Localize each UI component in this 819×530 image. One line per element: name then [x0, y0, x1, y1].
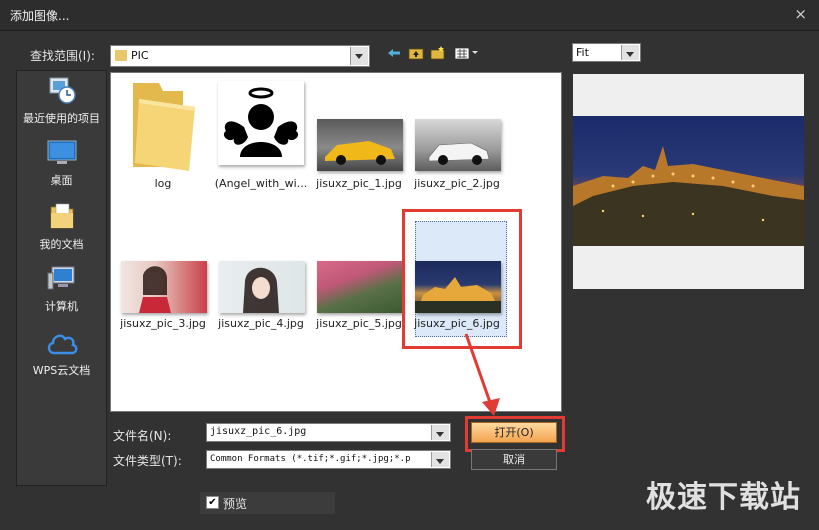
file-name: log	[154, 177, 172, 190]
place-recent[interactable]: 最近使用的项目	[17, 75, 106, 126]
filetype-dropdown[interactable]: Common Formats (*.tif;*.gif;*.jpg;*.p	[206, 450, 451, 469]
file-name: jisuxz_pic_2.jpg	[414, 177, 500, 190]
list-item[interactable]: log	[115, 79, 211, 197]
preview-checkbox-label: 预览	[223, 497, 248, 511]
back-arrow-icon[interactable]	[386, 46, 402, 60]
lookin-dropdown[interactable]: PIC	[110, 45, 370, 67]
window-title: 添加图像...	[10, 9, 70, 23]
file-name: jisuxz_pic_3.jpg	[120, 317, 206, 330]
chevron-down-icon[interactable]	[350, 47, 368, 65]
preview-checkbox-area	[200, 492, 335, 514]
filename-label: 文件名(N):	[113, 429, 172, 443]
lookin-value: PIC	[131, 49, 149, 62]
folder-icon	[133, 83, 195, 171]
filetype-value: Common Formats (*.tif;*.gif;*.jpg;*.p	[210, 454, 411, 464]
filetype-label: 文件类型(T):	[113, 454, 182, 468]
recent-icon	[49, 77, 76, 104]
filename-value: jisuxz_pic_6.jpg	[210, 426, 307, 437]
list-item[interactable]: jisuxz_pic_3.jpg	[115, 221, 211, 339]
folder-icon	[115, 50, 127, 61]
watermark-text: 极速下载站	[646, 480, 801, 515]
file-thumbnail	[121, 261, 207, 313]
file-thumbnail	[317, 261, 403, 313]
fit-value: Fit	[576, 46, 589, 59]
place-label: 计算机	[45, 300, 78, 313]
place-wps-cloud[interactable]: WPS云文档	[17, 329, 106, 378]
list-item[interactable]: jisuxz_pic_4.jpg	[213, 221, 309, 339]
preview-pane	[573, 74, 804, 289]
place-desktop[interactable]: 桌面	[17, 139, 106, 188]
chevron-down-icon[interactable]	[621, 45, 639, 60]
title-bar: 添加图像... ×	[0, 0, 819, 31]
file-name: (Angel_with_wi...	[214, 177, 308, 190]
selection-annotation-box	[402, 209, 522, 349]
places-bar: 最近使用的项目 桌面 我的文档 计算机 WPS云文档	[16, 70, 107, 486]
file-thumbnail	[219, 261, 305, 313]
chevron-down-icon[interactable]	[431, 452, 449, 467]
list-item[interactable]: jisuxz_pic_2.jpg	[409, 79, 505, 197]
place-computer[interactable]: 计算机	[17, 265, 106, 314]
new-folder-icon[interactable]	[430, 46, 446, 60]
preview-fit-dropdown[interactable]: Fit	[572, 43, 641, 62]
lookin-label: 查找范围(I):	[30, 49, 95, 63]
place-label: WPS云文档	[32, 364, 91, 377]
close-icon[interactable]: ×	[794, 5, 807, 23]
file-thumbnail	[415, 119, 501, 171]
place-label: 桌面	[50, 174, 73, 187]
documents-icon	[50, 203, 73, 229]
list-item[interactable]: jisuxz_pic_1.jpg	[311, 79, 407, 197]
angel-avatar-icon	[223, 87, 299, 157]
desktop-icon	[47, 140, 76, 164]
cancel-button[interactable]: 取消	[471, 449, 557, 470]
place-label: 我的文档	[39, 238, 84, 251]
computer-icon	[47, 266, 74, 290]
open-button[interactable]: 打开(O)	[471, 422, 557, 443]
file-name: jisuxz_pic_5.jpg	[316, 317, 402, 330]
filename-input[interactable]: jisuxz_pic_6.jpg	[206, 423, 451, 442]
preview-checkbox[interactable]: ✔	[206, 496, 219, 509]
list-item[interactable]: jisuxz_pic_5.jpg	[311, 221, 407, 339]
place-label: 最近使用的项目	[23, 112, 100, 125]
place-documents[interactable]: 我的文档	[17, 201, 106, 252]
up-folder-icon[interactable]	[408, 46, 424, 60]
file-name: jisuxz_pic_1.jpg	[316, 177, 402, 190]
file-thumbnail	[317, 119, 403, 171]
cloud-icon	[47, 334, 77, 355]
arrow-annotation-icon	[464, 333, 500, 416]
list-item[interactable]: (Angel_with_wi...	[213, 79, 309, 197]
file-thumbnail	[218, 81, 304, 165]
file-name: jisuxz_pic_4.jpg	[218, 317, 304, 330]
view-menu-icon[interactable]	[454, 46, 480, 60]
preview-image	[573, 116, 804, 246]
chevron-down-icon[interactable]	[431, 425, 449, 440]
